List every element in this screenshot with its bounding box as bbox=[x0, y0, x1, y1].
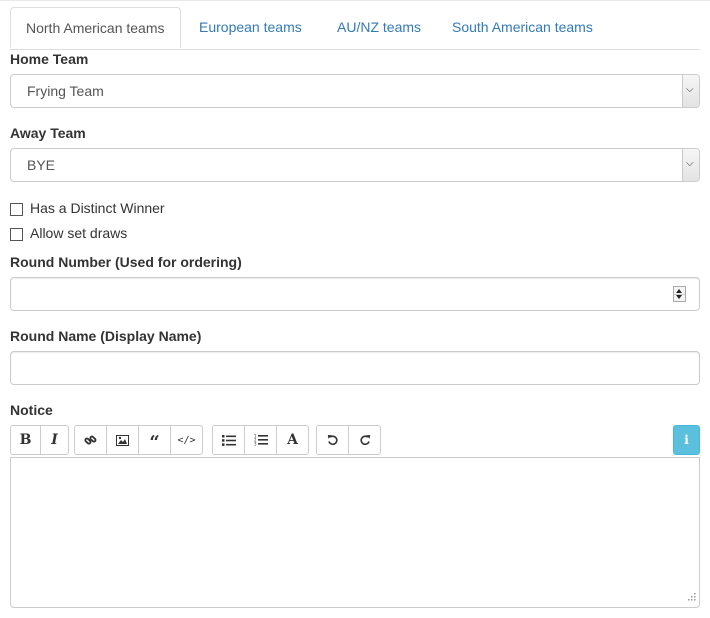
font-size-button[interactable]: A bbox=[276, 425, 309, 455]
distinct-winner-checkbox[interactable] bbox=[10, 203, 23, 216]
team-region-tabs: North American teams European teams AU/N… bbox=[10, 7, 700, 50]
spinner-down-icon[interactable] bbox=[676, 295, 682, 299]
link-button[interactable] bbox=[74, 425, 107, 455]
round-number-input[interactable] bbox=[10, 277, 700, 311]
info-button[interactable]: i bbox=[673, 425, 700, 455]
number-spinner[interactable] bbox=[673, 286, 686, 302]
redo-button[interactable] bbox=[348, 425, 381, 455]
home-team-label: Home Team bbox=[10, 51, 89, 67]
undo-icon bbox=[317, 426, 348, 454]
insert-group: “ </> bbox=[74, 425, 203, 455]
round-name-input[interactable] bbox=[10, 351, 700, 385]
code-button[interactable]: </> bbox=[170, 425, 203, 455]
distinct-winner-label: Has a Distinct Winner bbox=[30, 200, 165, 216]
info-icon: i bbox=[684, 433, 689, 447]
home-team-select[interactable]: Frying Team ⌵ bbox=[10, 74, 700, 108]
unordered-list-icon bbox=[213, 426, 244, 454]
away-team-select[interactable]: BYE ⌵ bbox=[10, 148, 700, 182]
home-team-value: Frying Team bbox=[27, 83, 104, 99]
notice-editor-textarea[interactable] bbox=[10, 457, 700, 608]
italic-icon: I bbox=[51, 432, 58, 448]
ordered-list-button[interactable]: 123 bbox=[244, 425, 277, 455]
ordered-list-icon: 123 bbox=[245, 426, 276, 454]
round-name-label: Round Name (Display Name) bbox=[10, 328, 202, 344]
tab-au-nz-teams[interactable]: AU/NZ teams bbox=[337, 7, 421, 48]
image-icon bbox=[107, 426, 138, 454]
tab-north-american-teams[interactable]: North American teams bbox=[10, 7, 181, 48]
bold-button[interactable]: B bbox=[10, 425, 41, 455]
allow-set-draws-label: Allow set draws bbox=[30, 225, 128, 241]
unordered-list-button[interactable] bbox=[212, 425, 245, 455]
resize-handle-icon[interactable] bbox=[688, 588, 696, 604]
quote-icon: “ bbox=[149, 432, 160, 453]
history-group bbox=[316, 425, 381, 455]
code-icon: </> bbox=[177, 434, 196, 446]
chevron-down-icon[interactable]: ⌵ bbox=[682, 75, 699, 107]
undo-button[interactable] bbox=[316, 425, 349, 455]
away-team-label: Away Team bbox=[10, 125, 86, 141]
spinner-up-icon[interactable] bbox=[676, 289, 682, 293]
bold-icon: B bbox=[19, 432, 32, 448]
chevron-down-icon[interactable]: ⌵ bbox=[682, 149, 699, 181]
round-number-label: Round Number (Used for ordering) bbox=[10, 254, 242, 270]
font-size-icon: A bbox=[287, 432, 298, 448]
text-style-group: B I bbox=[10, 425, 69, 455]
list-group: 123 A bbox=[212, 425, 309, 455]
top-divider bbox=[0, 0, 710, 1]
tab-south-american-teams[interactable]: South American teams bbox=[452, 7, 593, 48]
tab-european-teams[interactable]: European teams bbox=[199, 7, 302, 48]
allow-set-draws-checkbox[interactable] bbox=[10, 228, 23, 241]
italic-button[interactable]: I bbox=[40, 425, 69, 455]
away-team-value: BYE bbox=[27, 157, 56, 173]
link-icon bbox=[75, 426, 106, 454]
svg-text:3: 3 bbox=[254, 442, 257, 447]
notice-label: Notice bbox=[10, 402, 53, 418]
quote-button[interactable]: “ bbox=[138, 425, 171, 455]
image-button[interactable] bbox=[106, 425, 139, 455]
redo-icon bbox=[349, 426, 380, 454]
